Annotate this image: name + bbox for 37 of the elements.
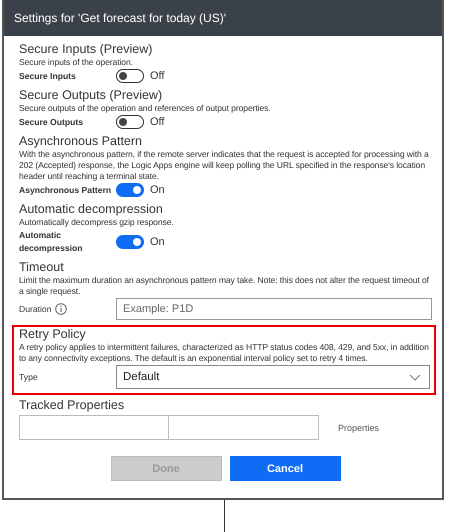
section-heading: Retry Policy <box>19 327 87 342</box>
section-description: Secure inputs of the operation. <box>19 57 134 68</box>
section-description: Limit the maximum duration an asynchronous pattern may take. Note: this does not alter the request timeout of a single request. <box>19 275 430 297</box>
toggle-switch[interactable] <box>116 235 144 249</box>
connector-line <box>224 500 225 532</box>
section-heading: Automatic decompression <box>19 202 164 217</box>
window-title: Settings for 'Get forecast for today (US)' <box>14 11 226 25</box>
setting-label: Type <box>19 370 39 384</box>
setting-label: Secure Outputs <box>19 116 84 128</box>
toggle-state: On <box>150 236 165 248</box>
section-heading: Timeout <box>19 260 65 275</box>
cancel-button[interactable]: Cancel <box>230 456 340 481</box>
toggle-switch[interactable] <box>116 183 144 197</box>
chevron-down-icon <box>409 374 421 380</box>
toggle-switch[interactable] <box>116 69 144 83</box>
toggle-state: Off <box>150 116 164 128</box>
type-dropdown[interactable]: Default <box>116 365 430 389</box>
toggle-state: On <box>150 184 165 196</box>
info-icon[interactable] <box>55 303 68 315</box>
toggle-switch[interactable] <box>116 115 144 129</box>
section-heading: Secure Outputs (Preview) <box>19 88 164 103</box>
section-heading: Secure Inputs (Preview) <box>19 42 154 57</box>
section-description: Automatically decompress gzip response. <box>19 217 175 228</box>
setting-label: Secure Inputs <box>19 70 77 82</box>
section-description: A retry policy applies to intermittent failures, characterized as HTTP status codes 408, 429, and 5xx, in addition to any connectivity exceptions. The default is an exponential interval policy set to retry 4 times. <box>19 342 430 364</box>
properties-label: Properties <box>338 422 380 432</box>
section-heading: Tracked Properties <box>19 398 126 413</box>
property-value-field[interactable] <box>169 415 319 440</box>
toggle-state: Off <box>150 70 164 82</box>
section-description: Secure outputs of the operation and references of output properties. <box>19 103 272 114</box>
property-name-field[interactable] <box>19 415 169 440</box>
section-heading: Asynchronous Pattern <box>19 134 143 149</box>
setting-label: Duration <box>19 302 52 316</box>
setting-label: Automatic decompression <box>19 229 84 255</box>
setting-label: Asynchronous Pattern <box>19 184 112 196</box>
section-description: With the asynchronous pattern, if the remote server indicates that the request is accepted for processing with a 202 (Accepted) response, the Logic Apps engine will keep polling the URL specified in the response's location header until reaching a terminal state. <box>19 149 430 182</box>
duration-field[interactable]: Example: P1D <box>116 298 432 320</box>
